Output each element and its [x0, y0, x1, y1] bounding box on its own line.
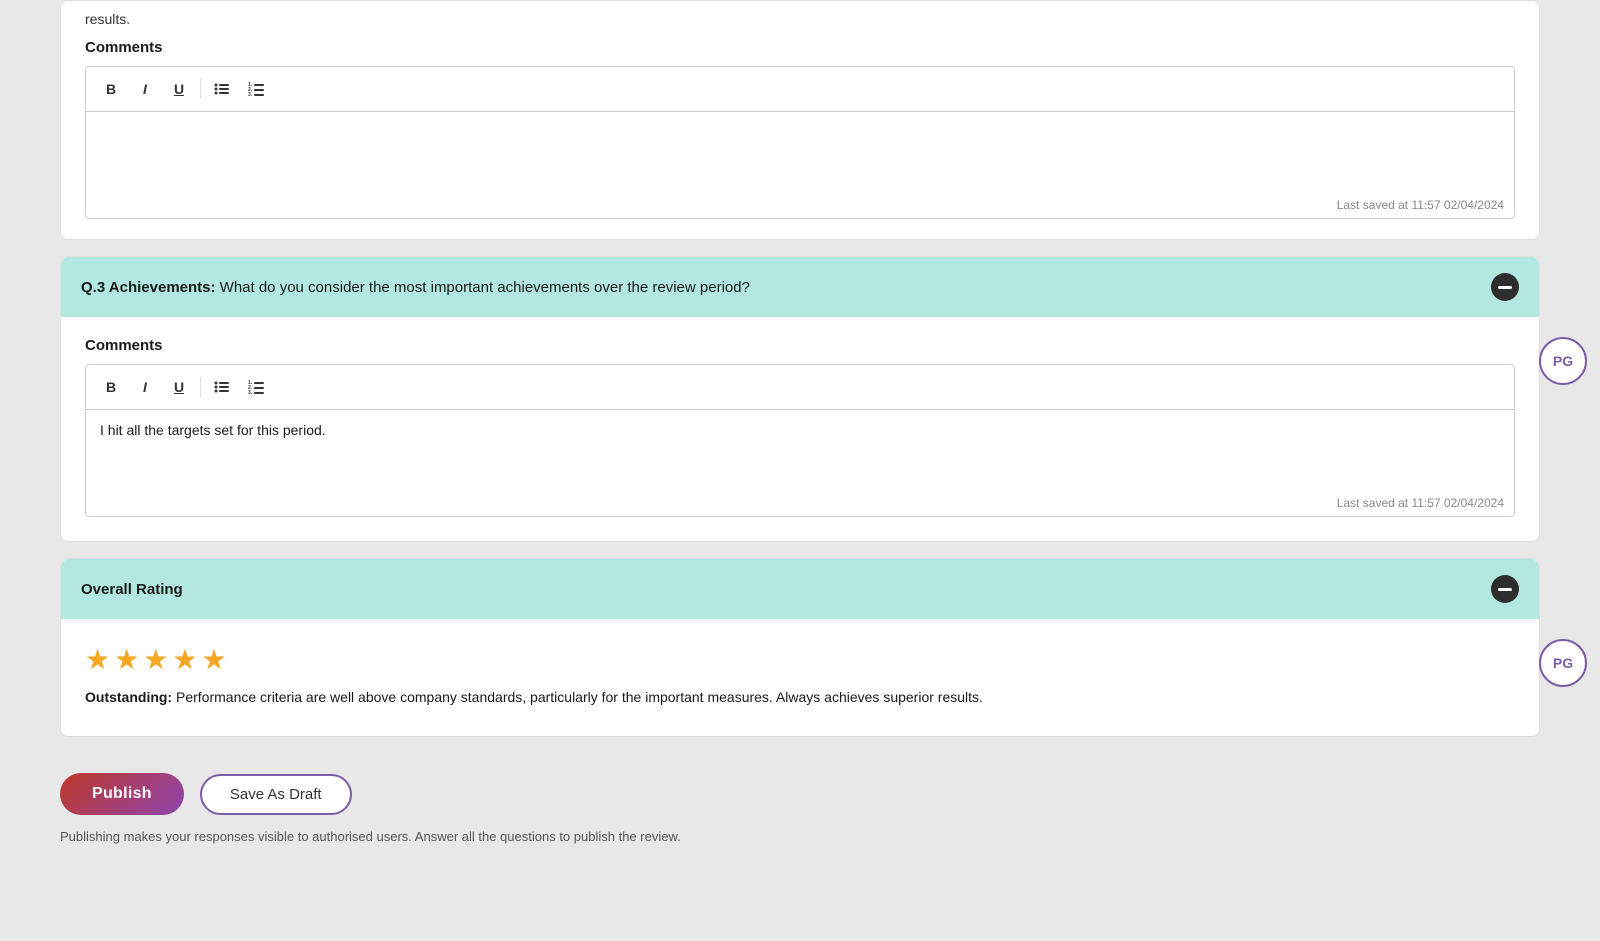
- publish-button[interactable]: Publish: [60, 773, 184, 815]
- overall-rating-header: Overall Rating: [61, 559, 1539, 619]
- q3-bold-btn[interactable]: B: [96, 373, 126, 401]
- q3-section-title: Q.3 Achievements: What do you consider t…: [81, 277, 750, 298]
- star-2: ★: [114, 643, 139, 676]
- q3-comments-label: Comments: [85, 337, 1515, 354]
- svg-text:3.: 3.: [248, 390, 253, 394]
- top-editor-last-saved: Last saved at 11:57 02/04/2024: [86, 192, 1514, 218]
- top-editor-box: B I U 1.: [85, 66, 1515, 219]
- star-3: ★: [143, 643, 168, 676]
- save-draft-button[interactable]: Save As Draft: [200, 774, 352, 815]
- top-unordered-list-btn[interactable]: [207, 75, 237, 103]
- overall-rating-body: PG ★ ★ ★ ★ ★ Outstanding: Performance cr…: [61, 619, 1539, 736]
- overall-rating-collapse-button[interactable]: [1491, 575, 1519, 603]
- stars-row: ★ ★ ★ ★ ★: [85, 643, 1515, 676]
- overall-rating-section: Overall Rating PG ★ ★ ★ ★ ★ Outstanding:…: [60, 558, 1540, 737]
- q3-editor-box: B I U: [85, 364, 1515, 517]
- top-partial-section: results. Comments B I U: [60, 0, 1540, 240]
- overall-rating-avatar: PG: [1539, 639, 1587, 687]
- q3-achievements-section: Q.3 Achievements: What do you consider t…: [60, 256, 1540, 542]
- top-editor-content[interactable]: [86, 112, 1514, 192]
- q3-section-header: Q.3 Achievements: What do you consider t…: [61, 257, 1539, 317]
- q3-avatar-badge: PG: [1539, 337, 1587, 385]
- star-1: ★: [85, 643, 110, 676]
- action-bar: Publish Save As Draft: [60, 753, 1540, 823]
- toolbar-divider-1: [200, 79, 201, 99]
- top-editor-toolbar: B I U 1.: [86, 67, 1514, 112]
- star-5: ★: [201, 643, 226, 676]
- q3-unordered-list-btn[interactable]: [207, 373, 237, 401]
- svg-text:3.: 3.: [248, 92, 253, 96]
- top-italic-btn[interactable]: I: [130, 75, 160, 103]
- action-bar-container: Publish Save As Draft Publishing makes y…: [60, 753, 1540, 844]
- publish-note: Publishing makes your responses visible …: [60, 829, 1540, 844]
- star-4: ★: [172, 643, 197, 676]
- rating-description: Outstanding: Performance criteria are we…: [85, 686, 985, 708]
- q3-italic-btn[interactable]: I: [130, 373, 160, 401]
- q3-collapse-button[interactable]: [1491, 273, 1519, 301]
- overall-rating-title: Overall Rating: [81, 579, 183, 600]
- top-comments-label: Comments: [85, 39, 1515, 56]
- top-results-text: results.: [85, 1, 1515, 27]
- top-underline-btn[interactable]: U: [164, 75, 194, 103]
- q3-editor-last-saved: Last saved at 11:57 02/04/2024: [86, 490, 1514, 516]
- q3-editor-content[interactable]: I hit all the targets set for this perio…: [86, 410, 1514, 490]
- q3-ordered-list-btn[interactable]: 1. 2. 3.: [241, 373, 271, 401]
- q3-editor-toolbar: B I U: [86, 365, 1514, 410]
- q3-underline-btn[interactable]: U: [164, 373, 194, 401]
- q3-section-body: PG Comments B I U: [61, 317, 1539, 541]
- q3-toolbar-divider: [200, 377, 201, 397]
- top-ordered-list-btn[interactable]: 1. 2. 3.: [241, 75, 271, 103]
- top-bold-btn[interactable]: B: [96, 75, 126, 103]
